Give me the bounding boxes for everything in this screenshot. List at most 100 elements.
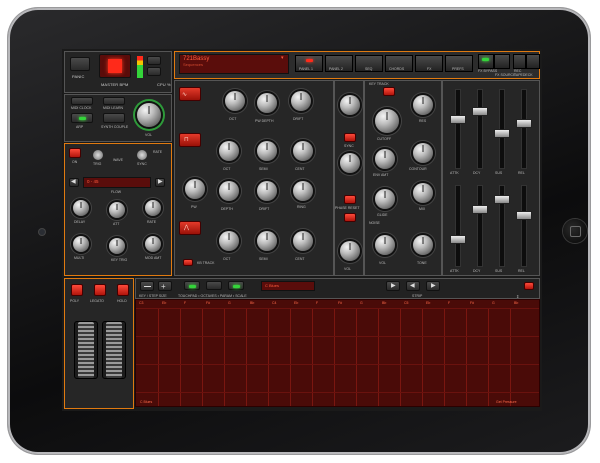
osc3-cent-knob[interactable] [293,231,313,251]
tab-panel-2[interactable]: PANEL 2 [325,55,353,72]
tapedeck-button[interactable] [526,54,540,69]
amp-rel-fader[interactable] [516,211,532,220]
contour-knob[interactable] [413,143,433,163]
env-amt-knob[interactable] [375,149,395,169]
arp-button[interactable] [71,113,93,123]
strip-next-button[interactable]: ▶ [426,281,440,291]
bpm-down-button[interactable] [147,67,161,76]
glide-knob[interactable] [375,189,395,209]
panic-button[interactable] [70,57,90,71]
strip-play-button[interactable]: ▶ [386,281,400,291]
tone-knob[interactable] [413,235,433,255]
touchpad-toggle[interactable] [184,281,200,290]
amp-dcy-fader[interactable] [472,205,488,214]
master-volume-knob[interactable] [137,103,161,127]
octaves-toggle[interactable] [206,281,222,290]
record-button[interactable] [524,282,534,290]
preset-dropdown-icon[interactable]: ▾ [281,55,284,61]
plus-button[interactable]: + [158,281,172,291]
kb-track-button[interactable] [183,259,193,266]
poly-button[interactable] [71,284,83,296]
res-knob[interactable] [413,95,433,115]
fx-source-button[interactable] [494,54,510,69]
osc1-pw-knob[interactable] [257,93,277,113]
note-label: F# [470,301,475,305]
flow-label: FLOW [111,190,122,194]
midi-clock-label: MIDI CLOCK [71,106,92,110]
osc1-level-knob[interactable] [340,95,360,115]
strip-prev-button[interactable]: ◀ [406,281,420,291]
osc2-semi-knob[interactable] [257,141,277,161]
mix-knob[interactable] [413,183,433,203]
grid-row-divider [136,336,539,337]
tab-prefs[interactable]: PREFS [445,55,473,72]
tab-seq[interactable]: SEQ [355,55,383,72]
osc2-wave-button[interactable]: ⊓ [179,133,201,147]
bpm-up-button[interactable] [147,56,161,65]
mod-amt-knob[interactable] [145,236,161,252]
att-knob[interactable] [109,202,125,218]
osc1-oct-knob[interactable] [225,91,245,111]
sync-button[interactable] [344,133,356,142]
osc1-drift-knob[interactable] [291,91,311,111]
osc3-level-knob[interactable] [340,241,360,261]
tab-panel-1[interactable]: PANEL 1 [295,55,323,72]
osc3-on-button[interactable] [344,213,356,222]
osc3-wave-button[interactable]: ⋀ [179,221,201,235]
minus-button[interactable] [140,281,154,291]
amp-attk-fader[interactable] [450,235,466,244]
note-label: F [448,301,451,305]
pitch-bend-wheel[interactable] [74,321,98,379]
osc3-semi-knob[interactable] [257,231,277,251]
fx-bypass-button[interactable] [478,54,494,69]
filter-rel-fader[interactable] [516,119,532,128]
home-button[interactable] [563,219,587,243]
phase-reset-button[interactable] [344,195,356,204]
note-label: G [492,301,495,305]
scale-display[interactable]: C Blues [261,281,315,291]
note-label: C4 [272,301,277,305]
midi-clock-button[interactable] [71,97,93,105]
hold-button[interactable] [117,284,129,296]
tab-chords[interactable]: CHORDS [385,55,413,72]
trig-switch[interactable] [93,150,103,160]
osc3-oct-knob[interactable] [219,231,239,251]
touch-keyboard[interactable]: C3 Eb F F# G Bb C4 Eb F F# G Bb C5 Eb F … [135,299,540,407]
gain-knob[interactable] [109,238,125,254]
osc2-cent-knob[interactable] [293,141,313,161]
filter-dcy-fader[interactable] [472,107,488,116]
osc2-level-knob[interactable] [340,153,360,173]
noise-vol-knob[interactable] [375,235,395,255]
lfo-on-button[interactable] [69,148,81,158]
osc1-wave-button[interactable]: ∿ [179,87,201,101]
filter-sus-label: SUS [495,171,503,175]
key-track-button[interactable] [383,87,395,96]
osc1-oct-label: OCT [229,117,237,121]
osc2-depth-knob[interactable] [219,181,239,201]
tapedeck-label: TAPEDECK [514,73,533,77]
tab-fx[interactable]: FX [415,55,443,72]
synth-couple-button[interactable] [103,113,125,123]
flow-display[interactable]: 0 - 45 [83,177,151,188]
amp-sus-fader[interactable] [494,195,510,204]
mod-wheel[interactable] [102,321,126,379]
filter-sus-fader[interactable] [494,129,510,138]
multi-knob[interactable] [73,236,89,252]
filter-attk-fader[interactable] [450,115,466,124]
master-bpm-display[interactable] [99,54,131,78]
sync-switch[interactable] [137,150,147,160]
delay-knob[interactable] [73,200,89,216]
param-toggle[interactable] [228,281,244,290]
osc2-oct-knob[interactable] [219,141,239,161]
filter-rel-track [521,89,527,169]
osc2-pw-knob[interactable] [185,179,205,199]
legato-button[interactable] [94,284,106,296]
rate-knob[interactable] [145,200,161,216]
midi-learn-button[interactable] [103,97,125,105]
preset-display[interactable]: 721Bassy Sequences [179,54,289,74]
rec-button[interactable] [513,54,526,69]
osc2-ring-knob[interactable] [293,181,313,201]
hold-label: HOLD [117,299,127,303]
cutoff-knob[interactable] [375,109,399,133]
osc2-drift-knob[interactable] [257,181,277,201]
